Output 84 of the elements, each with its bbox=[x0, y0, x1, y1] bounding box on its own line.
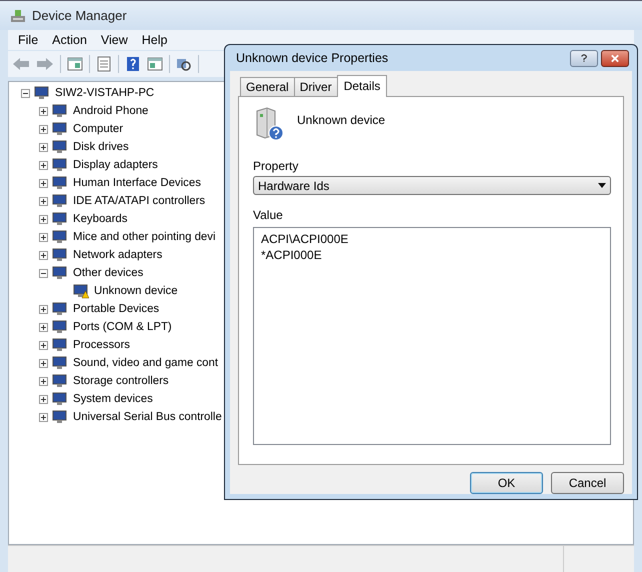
expand-box[interactable] bbox=[39, 106, 48, 116]
expand-box[interactable] bbox=[39, 232, 48, 242]
help-button[interactable] bbox=[570, 50, 598, 66]
expand-box[interactable] bbox=[39, 412, 48, 422]
device-icon bbox=[52, 139, 68, 155]
tab[interactable]: Driver bbox=[294, 77, 338, 96]
tree-item[interactable]: Storage controllers bbox=[73, 375, 169, 387]
expand-box[interactable] bbox=[39, 322, 48, 332]
tree-item[interactable]: SIW2-VISTAHP-PC bbox=[55, 87, 154, 99]
device-name: Unknown device bbox=[297, 113, 386, 127]
tree-item[interactable]: Disk drives bbox=[73, 141, 129, 153]
dialog-title: Unknown device Properties bbox=[236, 51, 388, 65]
device-icon bbox=[52, 121, 68, 137]
device-icon bbox=[52, 193, 68, 209]
tree-item[interactable]: IDE ATA/ATAPI controllers bbox=[73, 195, 206, 207]
tree-item[interactable]: Sound, video and game cont bbox=[73, 357, 218, 369]
collapse-box[interactable] bbox=[21, 88, 30, 98]
question-mark-icon bbox=[580, 53, 588, 63]
tree-item[interactable]: Display adapters bbox=[73, 159, 158, 171]
expand-box[interactable] bbox=[39, 340, 48, 350]
panel-icon[interactable] bbox=[67, 56, 83, 72]
collapse-box[interactable] bbox=[39, 268, 48, 278]
device-icon bbox=[52, 409, 68, 425]
device-manager-icon bbox=[10, 8, 26, 24]
device-icon bbox=[52, 103, 68, 119]
device-icon bbox=[52, 229, 68, 245]
expand-box[interactable] bbox=[39, 394, 48, 404]
tab[interactable]: General bbox=[240, 77, 295, 96]
tree-item[interactable]: Computer bbox=[73, 123, 124, 135]
expand-box[interactable] bbox=[39, 178, 48, 188]
dropdown-arrow-icon bbox=[598, 183, 606, 188]
menu-item[interactable]: Help bbox=[136, 33, 176, 47]
panel-icon[interactable] bbox=[147, 56, 163, 72]
tree-item[interactable]: Mice and other pointing devi bbox=[73, 231, 216, 243]
tree-item[interactable]: Ports (COM & LPT) bbox=[73, 321, 172, 333]
tree-item[interactable]: Portable Devices bbox=[73, 303, 160, 315]
value-item[interactable]: ACPI\ACPI000E bbox=[261, 231, 348, 247]
expand-box[interactable] bbox=[39, 142, 48, 152]
device-icon bbox=[52, 355, 68, 371]
device-icon bbox=[52, 157, 68, 173]
tree-item[interactable]: Other devices bbox=[73, 267, 144, 279]
device-icon bbox=[52, 391, 68, 407]
tree-item[interactable]: System devices bbox=[73, 393, 153, 405]
device-icon bbox=[52, 337, 68, 353]
tree-item[interactable]: Human Interface Devices bbox=[73, 177, 201, 189]
expand-box[interactable] bbox=[39, 196, 48, 206]
menu-item[interactable]: File bbox=[12, 33, 46, 47]
device-icon bbox=[52, 373, 68, 389]
expand-box[interactable] bbox=[39, 214, 48, 224]
tree-item[interactable]: Network adapters bbox=[73, 249, 162, 261]
cancel-button[interactable]: Cancel bbox=[551, 472, 624, 494]
property-dropdown[interactable]: Hardware Ids bbox=[253, 176, 611, 195]
value-item[interactable]: *ACPI000E bbox=[261, 247, 322, 263]
expand-box[interactable] bbox=[39, 160, 48, 170]
expand-box[interactable] bbox=[39, 124, 48, 134]
help-icon[interactable] bbox=[125, 56, 141, 72]
expand-box[interactable] bbox=[39, 358, 48, 368]
device-icon bbox=[52, 319, 68, 335]
device-icon bbox=[34, 85, 50, 101]
menu-item[interactable]: Action bbox=[46, 33, 95, 47]
menu-item[interactable]: View bbox=[94, 33, 136, 47]
window-title: Device Manager bbox=[32, 8, 127, 23]
tab[interactable]: Details bbox=[336, 75, 388, 97]
property-label: Property bbox=[253, 159, 300, 173]
tree-item[interactable]: Android Phone bbox=[73, 105, 148, 117]
device-icon bbox=[52, 301, 68, 317]
value-list[interactable]: ACPI\ACPI000E *ACPI000E bbox=[253, 227, 611, 445]
tree-item[interactable]: Keyboards bbox=[73, 213, 128, 225]
close-button[interactable] bbox=[601, 50, 629, 66]
properties-icon[interactable] bbox=[96, 56, 112, 72]
device-icon bbox=[52, 247, 68, 263]
expand-box[interactable] bbox=[39, 304, 48, 314]
device-icon bbox=[52, 265, 68, 281]
tree-item[interactable]: Unknown device bbox=[94, 285, 178, 297]
expand-box[interactable] bbox=[39, 376, 48, 386]
ok-button[interactable]: OK bbox=[470, 472, 543, 494]
tree-item[interactable]: Processors bbox=[73, 339, 130, 351]
close-icon bbox=[610, 54, 620, 62]
device-icon bbox=[52, 211, 68, 227]
value-label: Value bbox=[253, 208, 284, 222]
expand-box[interactable] bbox=[39, 250, 48, 260]
scan-icon[interactable] bbox=[176, 56, 192, 72]
tree-item[interactable]: Universal Serial Bus controlle bbox=[73, 411, 222, 423]
device-icon bbox=[52, 175, 68, 191]
